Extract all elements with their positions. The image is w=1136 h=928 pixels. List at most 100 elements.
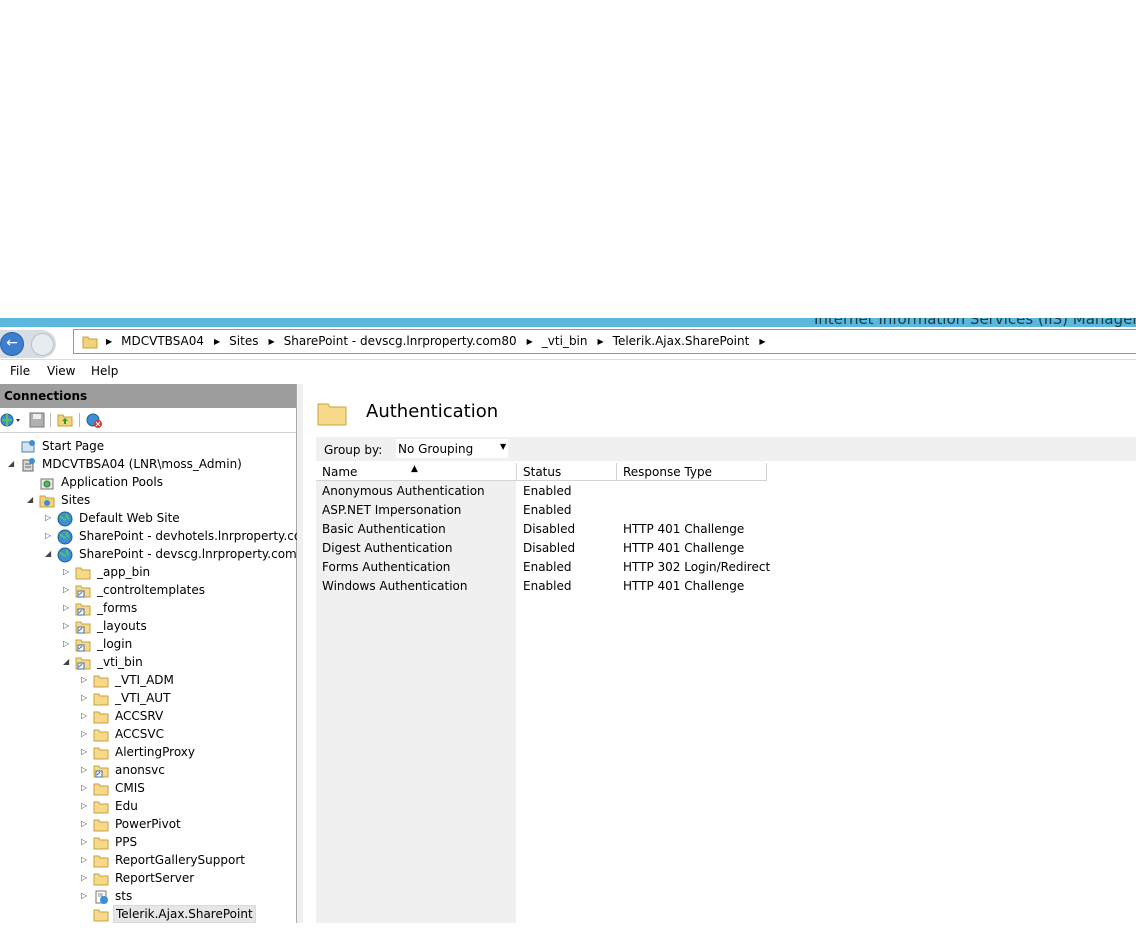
breadcrumb-item[interactable]: MDCVTBSA04	[121, 334, 204, 348]
column-header-label: Name	[322, 465, 358, 479]
expand-arrow-icon[interactable]: ▷	[63, 617, 73, 635]
tree-item-label: ReportGallerySupport	[115, 853, 245, 867]
cell-name: Basic Authentication	[322, 522, 446, 536]
expand-arrow-icon[interactable]: ▷	[81, 869, 91, 887]
tree-item-label: _forms	[97, 601, 138, 615]
cell-status: Enabled	[523, 560, 572, 574]
breadcrumb-item[interactable]: _vti_bin	[542, 334, 588, 348]
connect-globe-icon[interactable]	[0, 412, 22, 428]
group-by-label: Group by:	[324, 443, 383, 457]
expand-arrow-icon[interactable]: ▷	[81, 671, 91, 689]
cell-name: Anonymous Authentication	[322, 484, 485, 498]
tree-item-label: SharePoint - devhotels.lnrproperty.com80	[79, 529, 329, 543]
expand-arrow-icon[interactable]: ▷	[81, 797, 91, 815]
connections-panel: Connections Start Page ◢ MDCVTBSA04 (LNR\m…	[0, 384, 328, 923]
expand-arrow-icon[interactable]: ▷	[63, 563, 73, 581]
expand-arrow-icon[interactable]: ▷	[63, 581, 73, 599]
expand-arrow-icon[interactable]: ▷	[45, 509, 55, 527]
breadcrumb-item[interactable]: SharePoint - devscg.lnrproperty.com80	[284, 334, 517, 348]
breadcrumb-item[interactable]: Telerik.Ajax.SharePoint	[613, 334, 750, 348]
expand-arrow-icon[interactable]: ▷	[81, 725, 91, 743]
blank-area	[0, 0, 1136, 318]
window-titlebar: Internet Information Services (IIS) Mana…	[0, 318, 1136, 327]
cell-response: HTTP 401 Challenge	[623, 541, 745, 555]
cell-name: Digest Authentication	[322, 541, 453, 555]
column-header-name[interactable]: Name ▲	[316, 463, 517, 481]
toolbar-divider	[79, 413, 80, 427]
tree-item-label: Start Page	[42, 439, 105, 453]
address-box[interactable]: ▶ MDCVTBSA04 ▶ Sites ▶ SharePoint - devscg.ln…	[73, 329, 1136, 354]
group-by-bar: Group by: No Grouping ▼	[316, 437, 1136, 461]
collapse-arrow-icon[interactable]: ◢	[27, 491, 37, 509]
window-title: Internet Information Services (IIS) Mana…	[814, 318, 1136, 327]
tree-item-label: _layouts	[97, 619, 147, 633]
list-item[interactable]: ASP.NET Impersonation Enabled	[316, 501, 1136, 520]
list-item[interactable]: Digest Authentication Disabled HTTP 401 Ch…	[316, 539, 1136, 558]
tree-item-label: anonsvc	[115, 763, 165, 777]
column-header-response-type[interactable]: Response Type	[617, 463, 767, 481]
expand-arrow-icon[interactable]: ▷	[81, 815, 91, 833]
group-by-select[interactable]: No Grouping ▼	[396, 439, 508, 458]
breadcrumb-separator-icon[interactable]: ▶	[106, 337, 112, 346]
list-item[interactable]: Anonymous Authentication Enabled	[316, 482, 1136, 501]
collapse-arrow-icon[interactable]: ◢	[8, 455, 18, 473]
breadcrumb-separator-icon[interactable]: ▶	[527, 337, 533, 346]
collapse-arrow-icon[interactable]: ◢	[45, 545, 55, 563]
breadcrumb-separator-icon[interactable]: ▶	[598, 337, 604, 346]
expand-arrow-icon[interactable]: ▷	[81, 743, 91, 761]
cell-response: HTTP 401 Challenge	[623, 579, 745, 593]
expand-arrow-icon[interactable]: ▷	[81, 689, 91, 707]
chevron-down-icon: ▼	[500, 442, 507, 451]
tree-item-label: _vti_bin	[97, 655, 143, 669]
expand-arrow-icon[interactable]: ▷	[81, 761, 91, 779]
cell-status: Disabled	[523, 541, 576, 555]
menu-file[interactable]: File	[10, 364, 30, 378]
list-item[interactable]: Basic Authentication Disabled HTTP 401 Cha…	[316, 520, 1136, 539]
cell-status: Enabled	[523, 579, 572, 593]
breadcrumb-item[interactable]: Sites	[229, 334, 258, 348]
cell-name: ASP.NET Impersonation	[322, 503, 462, 517]
expand-arrow-icon[interactable]: ▷	[45, 527, 55, 545]
column-header-label: Response Type	[623, 465, 713, 479]
tree-item-label: SharePoint - devscg.lnrproperty.com80	[79, 547, 313, 561]
breadcrumb-separator-icon[interactable]: ▶	[268, 337, 274, 346]
expand-arrow-icon[interactable]: ▷	[81, 779, 91, 797]
feature-panel: Authentication Group by: No Grouping ▼ N…	[303, 384, 1136, 923]
save-icon[interactable]	[29, 412, 45, 428]
menu-view[interactable]: View	[47, 364, 75, 378]
tree-item-label: Sites	[61, 493, 91, 507]
tree-item-label: _controltemplates	[97, 583, 206, 597]
expand-arrow-icon[interactable]: ▷	[63, 599, 73, 617]
tree-item-label: MDCVTBSA04 (LNR\moss_Admin)	[42, 457, 242, 471]
folder-icon	[93, 907, 109, 928]
column-header-label: Status	[523, 465, 562, 479]
tree-item-label: Edu	[115, 799, 138, 813]
menu-bar: File View Help	[0, 360, 1136, 384]
list-item[interactable]: Forms Authentication Enabled HTTP 302 Logi…	[316, 558, 1136, 577]
breadcrumb-separator-icon[interactable]: ▶	[759, 337, 765, 346]
expand-arrow-icon[interactable]: ▷	[81, 707, 91, 725]
back-button[interactable]: ←	[0, 332, 24, 356]
tree-item-label: _VTI_ADM	[115, 673, 174, 687]
breadcrumb-separator-icon[interactable]: ▶	[214, 337, 220, 346]
list-item[interactable]: Windows Authentication Enabled HTTP 401 Ch…	[316, 577, 1136, 596]
breadcrumb: ▶ MDCVTBSA04 ▶ Sites ▶ SharePoint - devscg.ln…	[102, 334, 774, 348]
folder-icon	[317, 403, 347, 426]
expand-arrow-icon[interactable]: ▷	[81, 833, 91, 851]
forward-button[interactable]	[31, 333, 54, 356]
toolbar-divider	[50, 413, 51, 427]
tree-item-label: Telerik.Ajax.SharePoint	[113, 905, 256, 923]
tree-item-label: sts	[115, 889, 133, 903]
up-folder-icon[interactable]	[57, 412, 73, 428]
menu-help[interactable]: Help	[91, 364, 118, 378]
expand-arrow-icon[interactable]: ▷	[81, 851, 91, 869]
collapse-arrow-icon[interactable]: ◢	[63, 653, 73, 671]
authentication-list: Name ▲ Status Response Type Anonymous Au…	[316, 463, 1136, 923]
cell-status: Disabled	[523, 522, 576, 536]
disconnect-icon[interactable]	[85, 412, 103, 428]
cell-name: Windows Authentication	[322, 579, 468, 593]
expand-arrow-icon[interactable]: ▷	[81, 887, 91, 905]
expand-arrow-icon[interactable]: ▷	[63, 635, 73, 653]
tree-item-label: ACCSVC	[115, 727, 164, 741]
column-header-status[interactable]: Status	[517, 463, 617, 481]
